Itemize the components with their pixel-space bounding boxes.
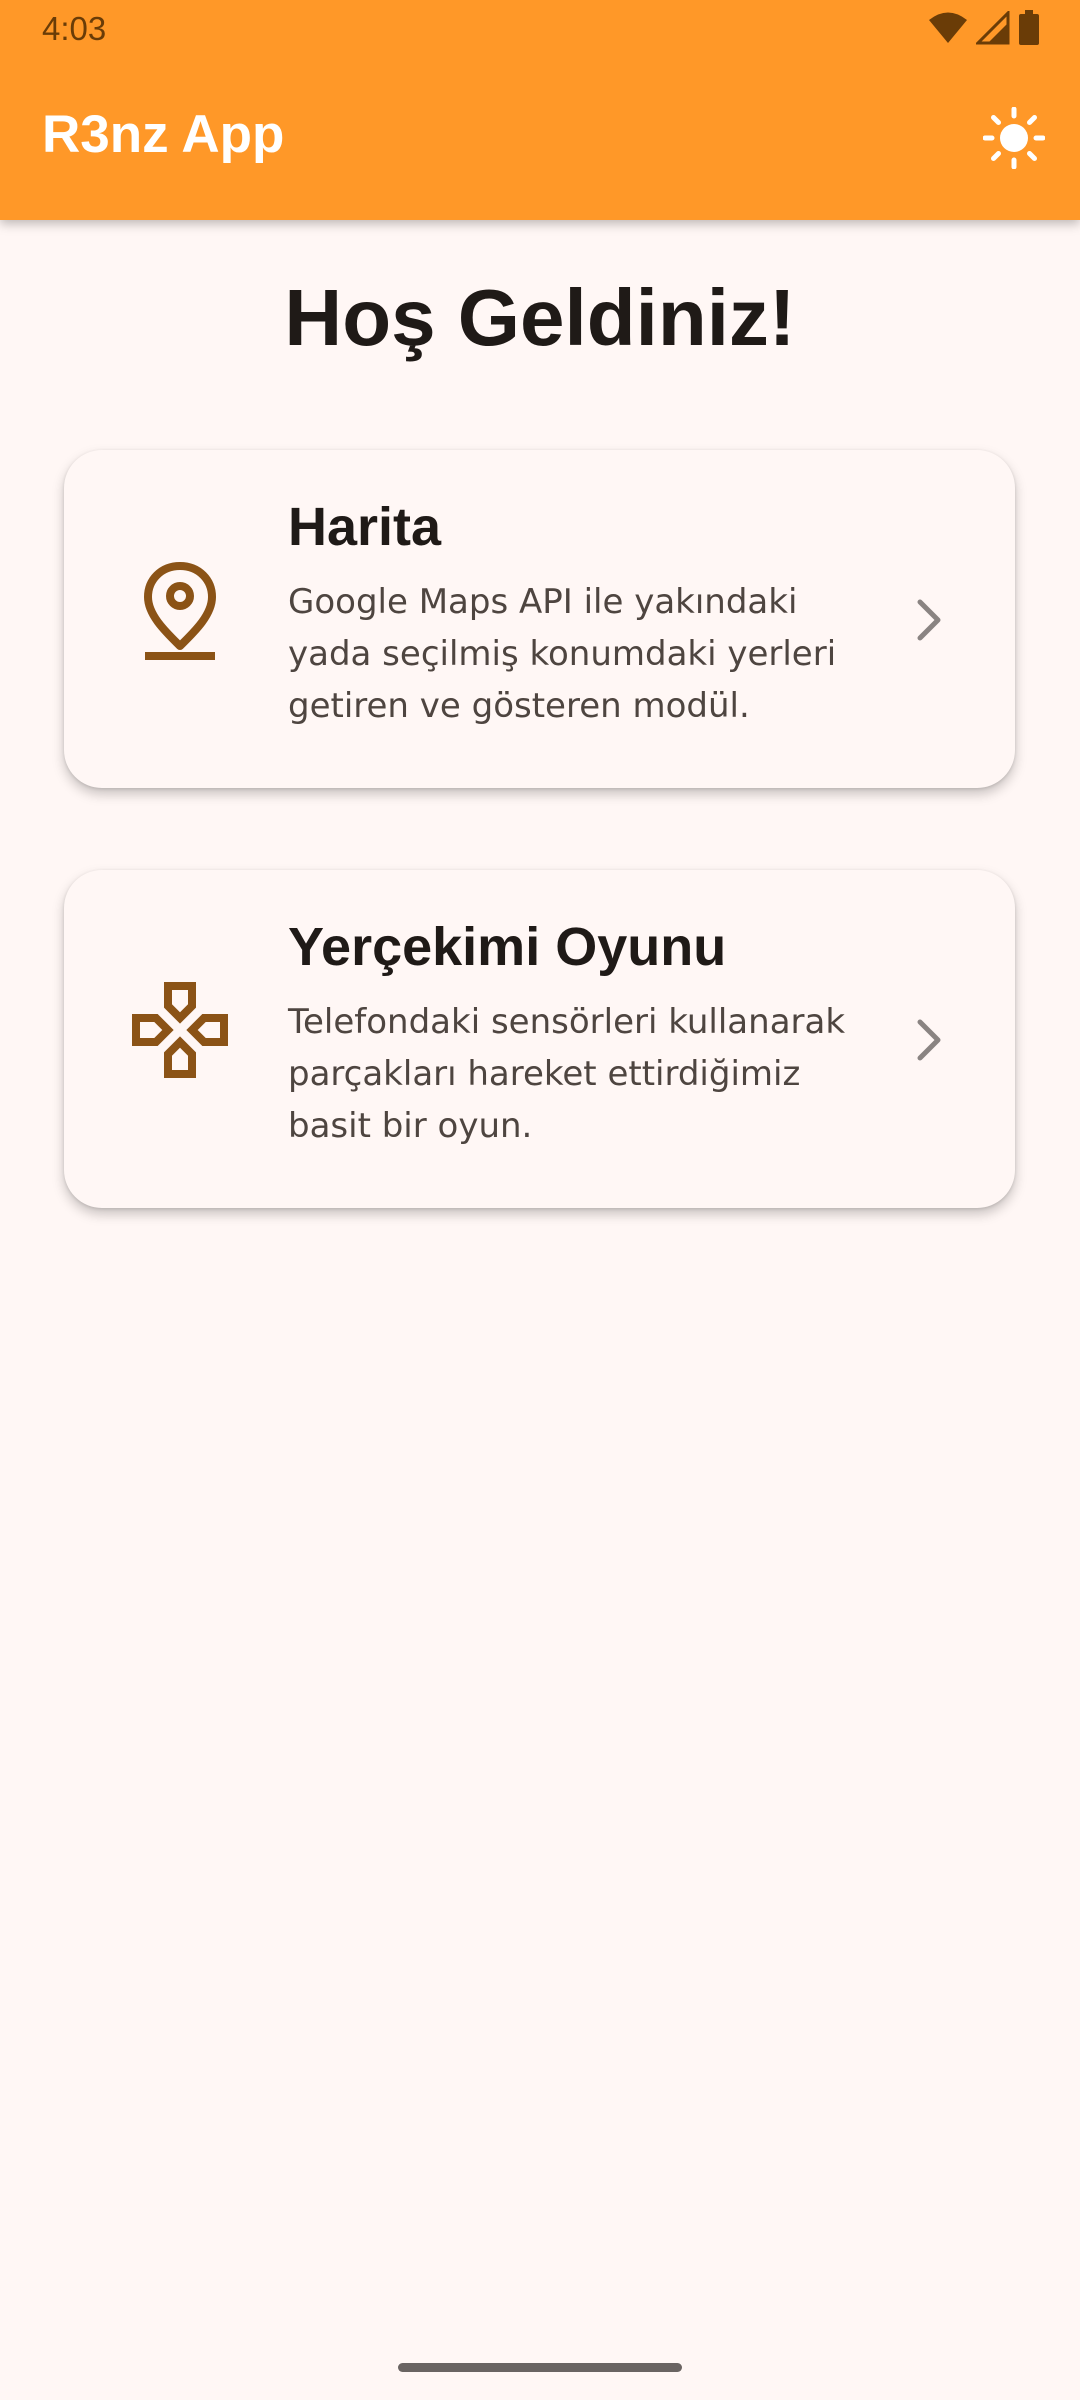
status-time: 4:03: [42, 10, 107, 47]
welcome-heading: Hoş Geldiniz!: [284, 273, 796, 362]
gamepad-icon: [124, 974, 236, 1086]
location-pin-icon: [124, 554, 236, 666]
card-yercekimi-oyunu[interactable]: Yerçekimi Oyunu Telefondaki sensörleri k…: [64, 870, 1015, 1208]
card-harita[interactable]: Harita Google Maps API ile yakındaki yad…: [64, 450, 1015, 788]
card-description: Telefondaki sensörleri kullanarak parçak…: [288, 1002, 846, 1146]
theme-toggle-button[interactable]: [982, 106, 1046, 173]
card-title: Harita: [288, 497, 442, 557]
chevron-right-icon: [899, 590, 959, 650]
wifi-icon: [928, 11, 968, 49]
app-bar: 4:03 R3nz App: [0, 0, 1080, 220]
signal-icon: [974, 9, 1010, 49]
app-title: R3nz App: [42, 105, 285, 164]
sun-icon: [982, 106, 1046, 173]
card-description: Google Maps API ile yakındaki yada seçil…: [288, 582, 837, 726]
chevron-right-icon: [899, 1010, 959, 1070]
status-icons: [928, 9, 1040, 50]
card-title: Yerçekimi Oyunu: [288, 917, 727, 977]
battery-icon: [1018, 10, 1040, 50]
home-indicator[interactable]: [398, 2363, 682, 2372]
